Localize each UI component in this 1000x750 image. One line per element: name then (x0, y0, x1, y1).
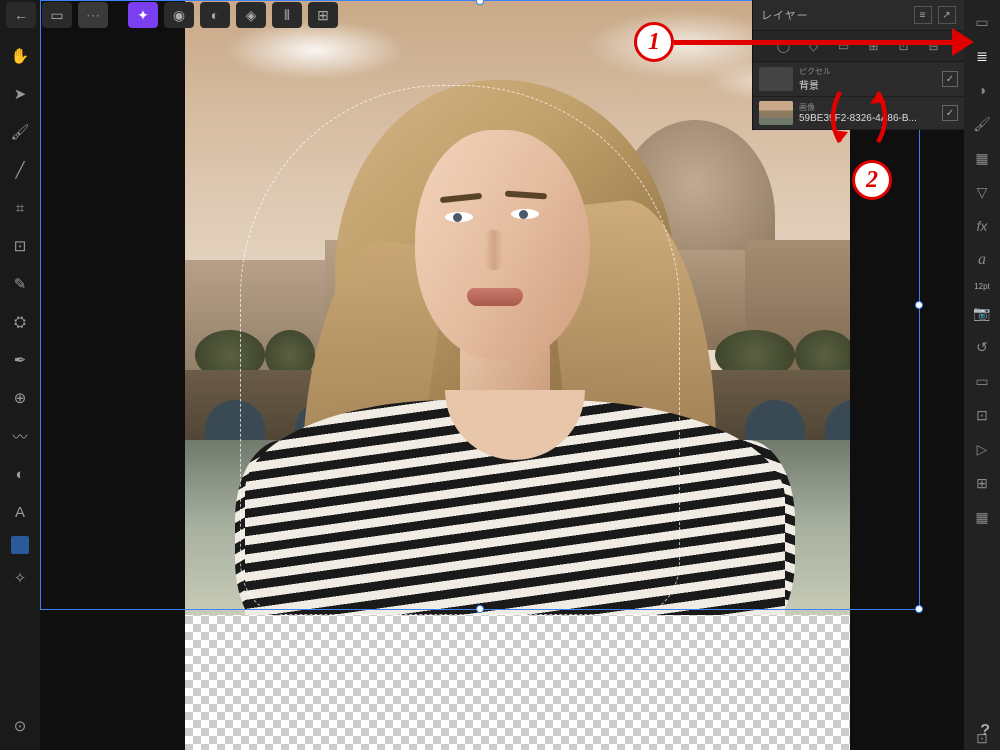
smudge-tool[interactable]: 〰 (6, 422, 34, 450)
layers-panel-title: レイヤー (761, 7, 809, 23)
navigator-tool[interactable]: ⊙ (6, 712, 34, 740)
navigator-panel-icon[interactable]: ⊡ (970, 403, 994, 427)
merge-icon[interactable]: ⊡ (894, 37, 914, 55)
layer-thumbnail (759, 101, 793, 125)
paint-brush-tool[interactable]: 🖌 (6, 118, 34, 146)
macros-button[interactable]: ⦀ (272, 2, 302, 28)
transparency-background (185, 0, 850, 750)
layer-options-icon[interactable]: ≡ (914, 6, 932, 24)
left-toolbar: ✋ ➤ 🖌 ╱ ⌗ ⊡ ✎ ⛭ ✒ ⊕ 〰 ◐ A ✧ ⊙ (0, 36, 40, 750)
tonemap-persona-button[interactable]: ◈ (236, 2, 266, 28)
layers-panel: レイヤー ≡ ↗ ◯ ◇ ▭ ⊞ ⊡ ⊟ ピクセル 背景 ✓ 画像 59BE39… (752, 0, 964, 130)
layer-row-1[interactable]: ピクセル 背景 ✓ (753, 62, 964, 97)
layers-panel-toolbar: ◯ ◇ ▭ ⊞ ⊡ ⊟ (753, 30, 964, 62)
right-studio-strip: ▭ ≣ ◑ 🖌 ▦ ▽ fx a 12pt 📷 ↺ ▭ ⊡ ▷ ⊞ ▦ ⊡ (964, 0, 1000, 750)
document-panel-icon[interactable]: ▭ (970, 10, 994, 34)
move-tool[interactable]: ➤ (6, 80, 34, 108)
hand-tool[interactable]: ✋ (6, 42, 34, 70)
transform-panel-icon[interactable]: ▭ (970, 369, 994, 393)
fx-tool[interactable]: ✧ (6, 564, 34, 592)
stock-panel-icon[interactable]: 📷 (970, 301, 994, 325)
add-adjustment-icon[interactable]: ◇ (804, 37, 824, 55)
text-tool[interactable]: A (6, 498, 34, 526)
liquify-persona-button[interactable]: ◉ (164, 2, 194, 28)
shape-tool[interactable] (11, 536, 29, 554)
layer-name: 59BE39F2-8326-4A86-B... (799, 113, 936, 124)
layer-row-2[interactable]: 画像 59BE39F2-8326-4A86-B... ✓ (753, 97, 964, 130)
adjustments-panel-icon[interactable]: ◑ (970, 78, 994, 102)
layer-type: 画像 (799, 102, 936, 113)
assets-panel-icon[interactable]: ⊞ (970, 471, 994, 495)
macro-panel-icon[interactable]: ▷ (970, 437, 994, 461)
dodge-tool[interactable]: ◐ (6, 460, 34, 488)
text-size-label: 12pt (974, 282, 990, 291)
photo-persona-button[interactable]: ✦ (128, 2, 158, 28)
portrait-subject (245, 80, 785, 615)
text-panel-icon[interactable]: a (970, 248, 994, 272)
pen-tool[interactable]: ✒ (6, 346, 34, 374)
delete-layer-icon[interactable]: ⊟ (924, 37, 944, 55)
more-menu-button[interactable]: ⋯ (78, 2, 108, 28)
layer-visibility-checkbox[interactable]: ✓ (942, 71, 958, 87)
top-toolbar: ← ▭ ⋯ ✦ ◉ ◐ ◈ ⦀ ⊞ (0, 0, 344, 30)
color-picker-tool[interactable]: ✎ (6, 270, 34, 298)
layer-name: 背景 (799, 77, 936, 92)
add-layer-icon[interactable]: ◯ (774, 37, 794, 55)
layer-thumbnail (759, 67, 793, 91)
healing-tool[interactable]: ⛭ (6, 308, 34, 336)
help-button[interactable]: ? (980, 722, 990, 740)
add-fx-icon[interactable]: ⊞ (864, 37, 884, 55)
document-menu-button[interactable]: ▭ (42, 2, 72, 28)
filters-panel-icon[interactable]: ▽ (970, 180, 994, 204)
fx-panel-icon[interactable]: fx (970, 214, 994, 238)
layers-panel-icon[interactable]: ≣ (970, 44, 994, 68)
crop-tool[interactable]: ⌗ (6, 194, 34, 222)
layer-visibility-checkbox[interactable]: ✓ (942, 105, 958, 121)
swatches-panel-icon[interactable]: ▦ (970, 505, 994, 529)
selection-tool[interactable]: ⊡ (6, 232, 34, 260)
composite-image (185, 0, 850, 615)
clone-tool[interactable]: ⊕ (6, 384, 34, 412)
layer-pin-icon[interactable]: ↗ (938, 6, 956, 24)
back-button[interactable]: ← (6, 2, 36, 28)
export-persona-button[interactable]: ⊞ (308, 2, 338, 28)
develop-persona-button[interactable]: ◐ (200, 2, 230, 28)
line-tool[interactable]: ╱ (6, 156, 34, 184)
channels-panel-icon[interactable]: ▦ (970, 146, 994, 170)
history-panel-icon[interactable]: ↺ (970, 335, 994, 359)
add-mask-icon[interactable]: ▭ (834, 37, 854, 55)
layer-type: ピクセル (799, 66, 936, 77)
brushes-panel-icon[interactable]: 🖌 (970, 112, 994, 136)
